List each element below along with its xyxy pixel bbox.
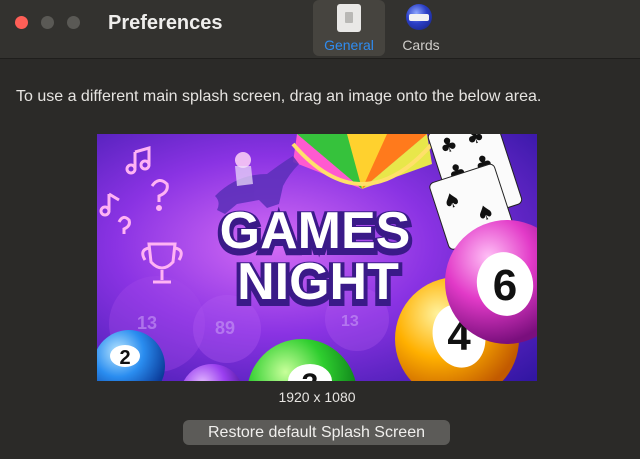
background-number: 89 xyxy=(215,318,235,338)
games-night-logo: GAMES GAMES NIGHT NIGHT xyxy=(216,201,415,318)
switch-icon xyxy=(337,4,361,32)
headline-games: GAMES xyxy=(220,202,411,260)
tab-general-label: General xyxy=(324,37,374,53)
close-window-button[interactable] xyxy=(15,16,28,29)
ball-number: 6 xyxy=(493,261,517,310)
splash-image: 13 89 13 ♣ ♣ ♣ ♣ ♠ ♠ GAMES GAMES NIGHT N… xyxy=(97,134,537,381)
ball-number: 3 xyxy=(302,368,319,381)
tab-cards-label: Cards xyxy=(402,37,440,53)
background-number: 13 xyxy=(341,313,359,330)
title-bar: Preferences General Cards xyxy=(0,0,640,59)
headline-night: NIGHT xyxy=(237,253,399,311)
image-dimensions-label: 1920 x 1080 xyxy=(278,389,356,405)
restore-default-splash-button[interactable]: Restore default Splash Screen xyxy=(183,420,450,445)
instructions-text: To use a different main splash screen, d… xyxy=(16,88,542,105)
tab-cards[interactable]: Cards xyxy=(385,0,457,56)
zoom-window-button[interactable] xyxy=(67,16,80,29)
minimize-window-button[interactable] xyxy=(41,16,54,29)
splash-image-drop-area[interactable]: 13 89 13 ♣ ♣ ♣ ♣ ♠ ♠ GAMES GAMES NIGHT N… xyxy=(97,134,537,381)
tab-general[interactable]: General xyxy=(313,0,385,56)
window-title: Preferences xyxy=(108,12,223,34)
ball-number: 2 xyxy=(119,347,130,369)
background-number: 13 xyxy=(137,313,157,333)
cards-logo-icon xyxy=(406,4,432,30)
